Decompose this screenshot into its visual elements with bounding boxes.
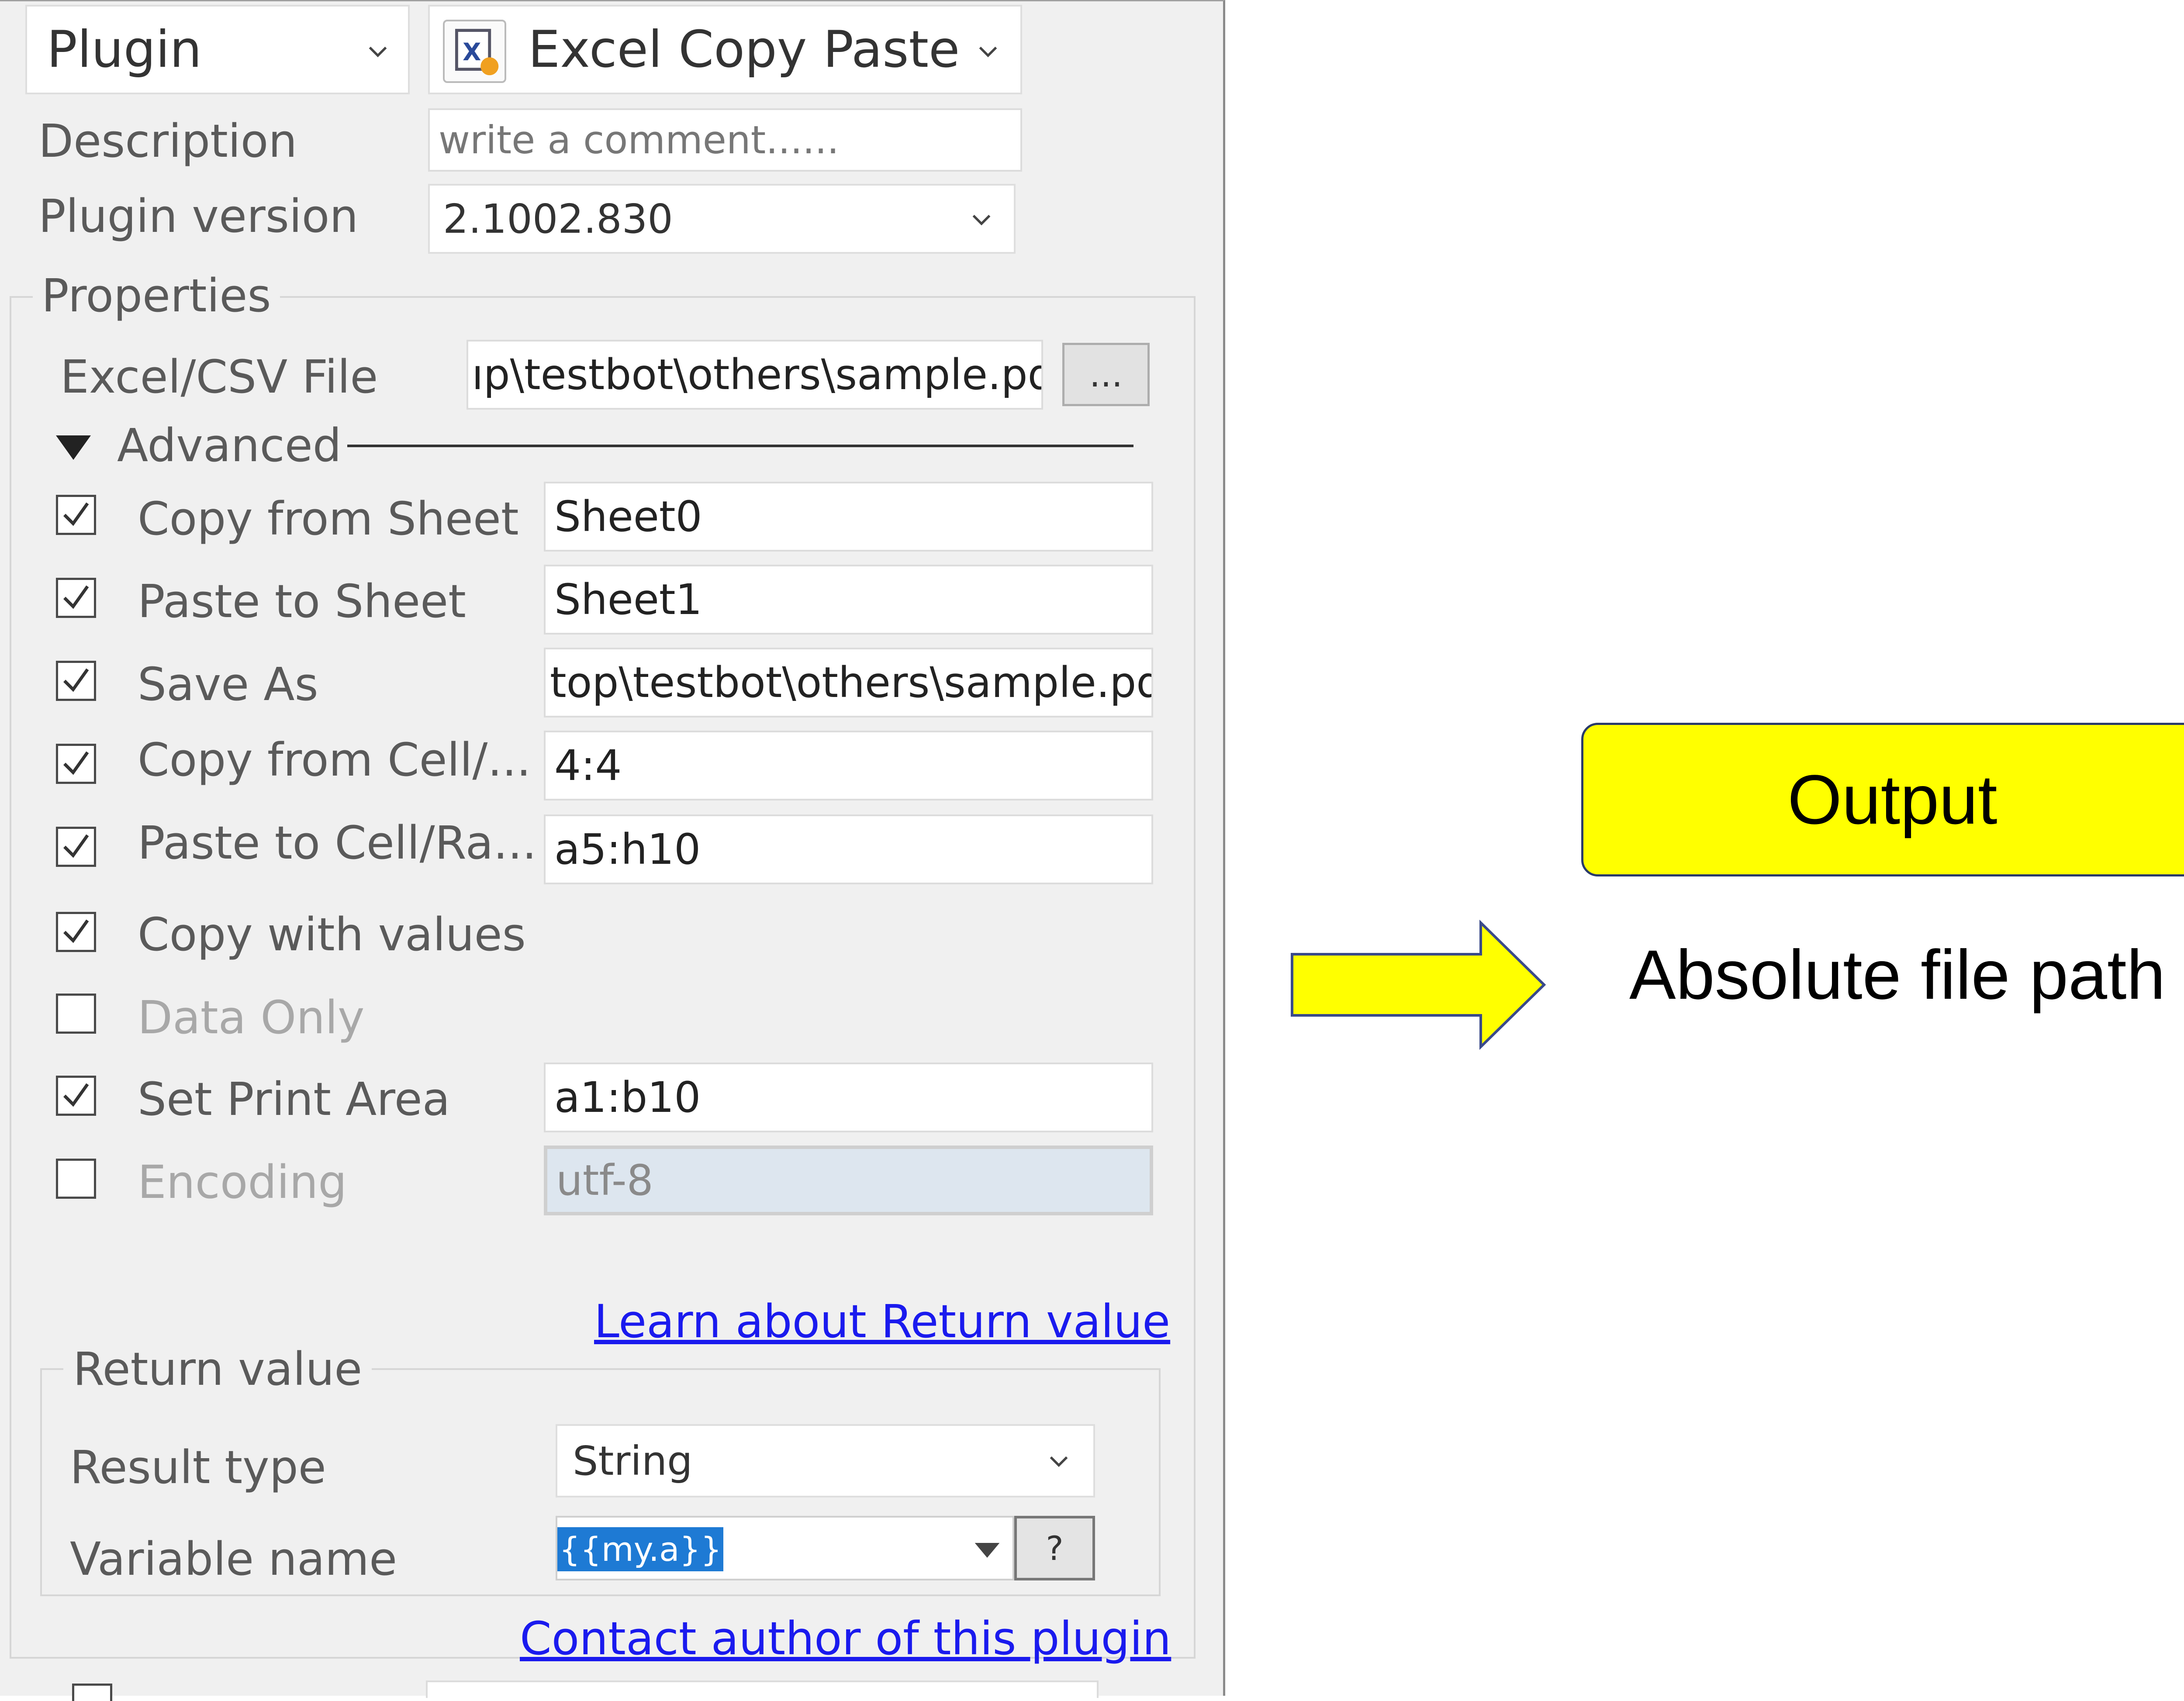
properties-panel: Plugin X Excel Copy Paste Description wr… [0,0,1225,1701]
excel-file-input[interactable]: ıp\testbot\others\sample.pdf [467,340,1043,410]
right-arrow-icon [1291,919,1546,1050]
copy-from-cell-value: 4:4 [554,741,622,790]
browse-button[interactable]: ... [1062,343,1150,406]
description-placeholder: write a comment...... [439,117,840,162]
data-only-label: Data Only [138,991,365,1044]
paste-to-cell-input[interactable]: a5:h10 [544,814,1153,884]
paste-to-sheet-value: Sheet1 [554,575,702,624]
output-box: Output [1581,723,2184,876]
save-as-value: top\testbot\others\sample.pdf [550,658,1153,707]
description-input[interactable]: write a comment...... [428,108,1022,172]
mode-select-value: Plugin [47,20,202,79]
paste-to-cell-label: Paste to Cell/Ra... [138,816,537,869]
browse-button-label: ... [1089,354,1123,395]
excel-plugin-icon: X [443,20,506,83]
checkmark-icon [63,1083,89,1107]
encoding-input: utf-8 [544,1146,1153,1215]
plugin-select-value: Excel Copy Paste [528,20,960,79]
variable-name-label: Variable name [70,1532,397,1586]
output-box-label: Output [1787,760,1997,838]
set-print-area-input[interactable]: a1:b10 [544,1063,1153,1132]
result-type-select[interactable]: String [556,1424,1095,1497]
encoding-label: Encoding [138,1156,347,1209]
learn-return-value-link[interactable]: Learn about Return value [594,1295,1170,1348]
svg-text:X: X [463,38,481,66]
paste-to-cell-value: a5:h10 [554,825,701,874]
plugin-select[interactable]: X Excel Copy Paste [428,5,1022,94]
dropdown-triangle-icon[interactable] [975,1543,1000,1558]
encoding-checkbox[interactable] [56,1159,96,1199]
copy-with-values-label: Copy with values [138,908,526,961]
paste-to-sheet-input[interactable]: Sheet1 [544,565,1153,635]
advanced-label[interactable]: Advanced [117,423,342,468]
copy-from-sheet-label: Copy from Sheet [138,492,519,545]
save-as-input[interactable]: top\testbot\others\sample.pdf [544,648,1153,718]
copy-from-sheet-input[interactable]: Sheet0 [544,482,1153,552]
copy-from-cell-input[interactable]: 4:4 [544,731,1153,800]
chevron-down-icon [369,46,387,58]
copy-from-cell-label: Copy from Cell/... [138,733,531,787]
variable-name-combo[interactable]: {{my.a}} [556,1516,1014,1580]
contact-author-link[interactable]: Contact author of this plugin [520,1612,1171,1665]
checkmark-icon [63,834,89,858]
plugin-version-select[interactable]: 2.1002.830 [428,184,1016,254]
result-type-label: Result type [70,1441,326,1494]
plugin-version-label: Plugin version [38,190,359,243]
chevron-down-icon [972,214,991,226]
copy-from-cell-checkbox[interactable] [56,744,96,784]
collapse-triangle-icon[interactable] [56,435,91,460]
checkmark-icon [63,751,89,775]
return-value-title: Return value [63,1346,372,1392]
save-as-checkbox[interactable] [56,661,96,701]
help-button-label: ? [1046,1528,1064,1568]
copy-from-sheet-checkbox[interactable] [56,495,96,535]
result-type-value: String [573,1437,693,1484]
paste-to-cell-checkbox[interactable] [56,827,96,867]
copy-with-values-checkbox[interactable] [56,912,96,952]
paste-to-sheet-checkbox[interactable] [56,578,96,618]
description-label: Description [38,114,297,168]
set-print-area-label: Set Print Area [138,1073,450,1126]
set-print-area-checkbox[interactable] [56,1076,96,1116]
set-print-area-value: a1:b10 [554,1073,701,1122]
paste-to-sheet-label: Paste to Sheet [138,575,466,628]
checkmark-icon [63,919,89,943]
excel-file-label: Excel/CSV File [60,350,378,404]
checkmark-icon [63,502,89,526]
excel-file-value: ıp\testbot\others\sample.pdf [472,350,1043,399]
checkmark-icon [63,668,89,692]
chevron-down-icon [979,46,997,58]
mode-select[interactable]: Plugin [25,5,410,94]
properties-title: Properties [33,273,280,318]
checkmark-icon [63,585,89,609]
data-only-checkbox[interactable] [56,994,96,1034]
plugin-version-value: 2.1002.830 [443,195,673,242]
chevron-down-icon [1050,1456,1068,1467]
notification-checkbox-partial[interactable] [72,1684,112,1701]
save-as-label: Save As [138,658,318,711]
variable-help-button[interactable]: ? [1014,1516,1095,1580]
encoding-value: utf-8 [556,1156,653,1205]
absolute-file-path-caption: Absolute file path [1629,935,2166,1014]
advanced-divider [347,445,1133,447]
copy-from-sheet-value: Sheet0 [554,492,702,541]
notification-input-partial[interactable] [426,1680,1099,1698]
variable-name-value[interactable]: {{my.a}} [557,1527,724,1571]
